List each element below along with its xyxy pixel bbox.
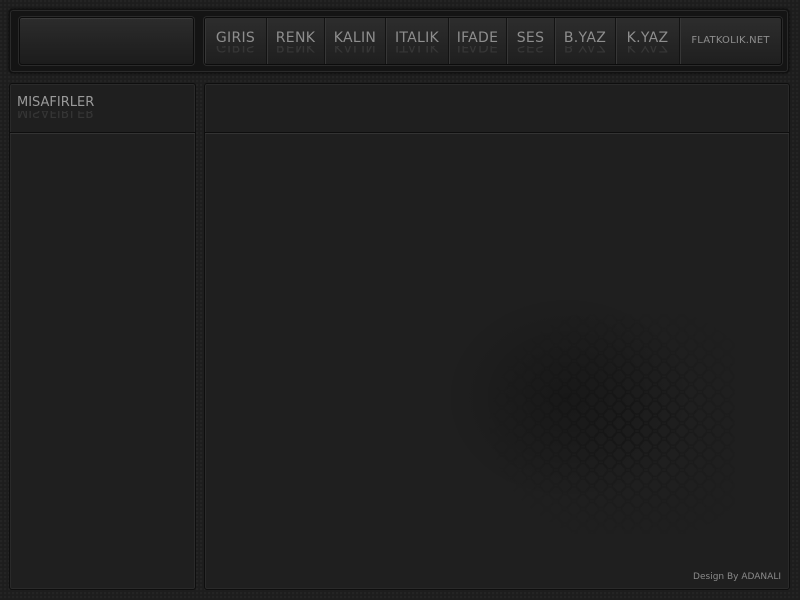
label-reflection: KALIN <box>333 46 377 54</box>
label-reflection: RENK <box>275 46 316 54</box>
logo-area <box>19 17 194 65</box>
nav-item-kalin[interactable]: KALIN KALIN <box>325 18 386 64</box>
hexagon-pattern-decoration <box>475 314 735 534</box>
nav-item-b-yaz[interactable]: B.YAZ B.YAZ <box>555 18 616 64</box>
nav-item-site-link[interactable]: FLATKOLIK.NET <box>680 18 781 64</box>
main-panel: Design By ADANALI <box>204 83 790 590</box>
label-reflection: K.YAZ <box>626 46 669 54</box>
page: GIRIS GIRIS RENK RENK KALIN KALIN ITALIK <box>0 0 800 600</box>
nav-menu: GIRIS GIRIS RENK RENK KALIN KALIN ITALIK <box>204 17 782 65</box>
label-reflection: SES <box>516 46 545 54</box>
top-bar: GIRIS GIRIS RENK RENK KALIN KALIN ITALIK <box>9 9 789 73</box>
nav-item-k-yaz[interactable]: K.YAZ K.YAZ <box>616 18 680 64</box>
nav-item-giris[interactable]: GIRIS GIRIS <box>205 18 267 64</box>
label-reflection: MISAFIRLER <box>17 111 95 119</box>
nav-item-label: ITALIK ITALIK <box>394 30 440 54</box>
nav-item-label: KALIN KALIN <box>333 30 377 54</box>
design-credit: Design By ADANALI <box>693 572 781 582</box>
nav-item-italik[interactable]: ITALIK ITALIK <box>386 18 449 64</box>
nav-item-label: K.YAZ K.YAZ <box>626 30 669 54</box>
nav-item-label: FLATKOLIK.NET <box>691 35 770 46</box>
nav-item-ifade[interactable]: IFADE IFADE <box>449 18 507 64</box>
sidebar-header: MISAFIRLER MISAFIRLER <box>10 84 195 133</box>
nav-item-label: GIRIS GIRIS <box>215 30 256 54</box>
main-header <box>205 84 789 133</box>
nav-item-renk[interactable]: RENK RENK <box>267 18 325 64</box>
nav-item-label: RENK RENK <box>275 30 316 54</box>
nav-item-ses[interactable]: SES SES <box>507 18 555 64</box>
sidebar-title: MISAFIRLER MISAFIRLER <box>17 95 95 119</box>
label-reflection: B.YAZ <box>563 46 607 54</box>
nav-item-label: SES SES <box>516 30 545 54</box>
sidebar-panel: MISAFIRLER MISAFIRLER <box>9 83 196 590</box>
nav-item-label: IFADE IFADE <box>456 30 499 54</box>
nav-item-label: B.YAZ B.YAZ <box>563 30 607 54</box>
label-reflection: GIRIS <box>215 46 256 54</box>
label-reflection: ITALIK <box>394 46 440 54</box>
label-reflection: IFADE <box>456 46 499 54</box>
